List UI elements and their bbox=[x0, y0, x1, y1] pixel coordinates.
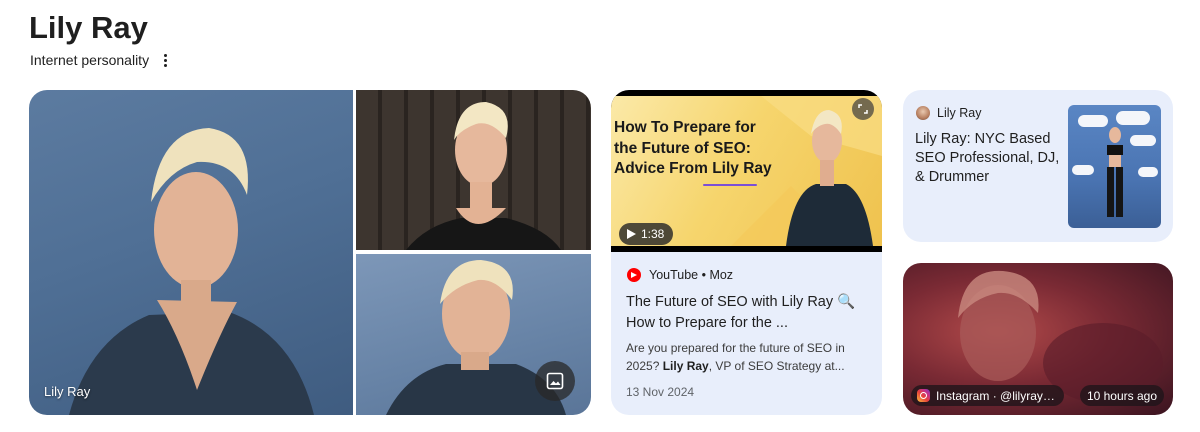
expand-icon[interactable] bbox=[852, 98, 874, 120]
portrait-illustration bbox=[406, 102, 561, 250]
video-card[interactable]: How To Prepare for the Future of SEO: Ad… bbox=[611, 90, 882, 415]
video-source-label: YouTube • Moz bbox=[649, 268, 734, 282]
video-description-bold: Lily Ray bbox=[662, 359, 709, 373]
image-glyph bbox=[546, 372, 564, 390]
article-title[interactable]: Lily Ray: NYC Based SEO Professional, DJ… bbox=[915, 130, 1065, 187]
image-icon[interactable] bbox=[535, 361, 575, 401]
portrait-illustration bbox=[69, 128, 314, 415]
avatar bbox=[916, 106, 930, 120]
video-duration: 1:38 bbox=[641, 227, 665, 241]
video-date: 13 Nov 2024 bbox=[626, 385, 695, 399]
image-caption: Lily Ray bbox=[44, 384, 91, 399]
expand-glyph bbox=[858, 104, 868, 114]
person-silhouette bbox=[1107, 127, 1123, 217]
image-thumbnail[interactable] bbox=[356, 254, 591, 415]
youtube-play-glyph bbox=[631, 272, 637, 278]
video-title[interactable]: The Future of SEO with Lily Ray 🔍 How to… bbox=[626, 292, 871, 334]
video-thumbnail-text: How To Prepare for the Future of SEO: Ad… bbox=[614, 119, 772, 177]
entity-title: Lily Ray bbox=[29, 10, 148, 45]
instagram-time: 10 hours ago bbox=[1079, 385, 1164, 406]
video-thumbnail[interactable]: How To Prepare for the Future of SEO: Ad… bbox=[611, 90, 882, 252]
article-thumbnail[interactable] bbox=[1068, 105, 1161, 228]
entity-type: Internet personality bbox=[30, 52, 150, 68]
article-source: Lily Ray bbox=[916, 106, 981, 120]
article-card[interactable]: Lily Ray Lily Ray: NYC Based SEO Profess… bbox=[903, 90, 1173, 242]
youtube-icon bbox=[627, 268, 641, 282]
video-source: YouTube • Moz bbox=[627, 268, 733, 282]
instagram-source-pill: Instagram · @lilyray… bbox=[911, 385, 1064, 406]
play-icon bbox=[627, 229, 636, 239]
article-source-label: Lily Ray bbox=[937, 106, 982, 120]
thumbnail-underline bbox=[703, 184, 757, 186]
video-duration-badge: 1:38 bbox=[619, 223, 674, 245]
main-image[interactable]: Lily Ray bbox=[29, 90, 353, 415]
more-vert-icon[interactable] bbox=[159, 51, 171, 69]
instagram-source: Instagram · @lilyray… bbox=[936, 388, 1055, 403]
image-mosaic: Lily Ray bbox=[29, 90, 591, 415]
video-description-suffix: , VP of SEO Strategy at... bbox=[708, 359, 845, 373]
entity-subtitle-row: Internet personality bbox=[30, 51, 171, 69]
instagram-icon bbox=[917, 389, 930, 402]
image-thumbnail[interactable] bbox=[356, 90, 591, 250]
instagram-card[interactable]: Instagram · @lilyray… 10 hours ago bbox=[903, 263, 1173, 415]
video-description: Are you prepared for the future of SEO i… bbox=[626, 339, 871, 375]
